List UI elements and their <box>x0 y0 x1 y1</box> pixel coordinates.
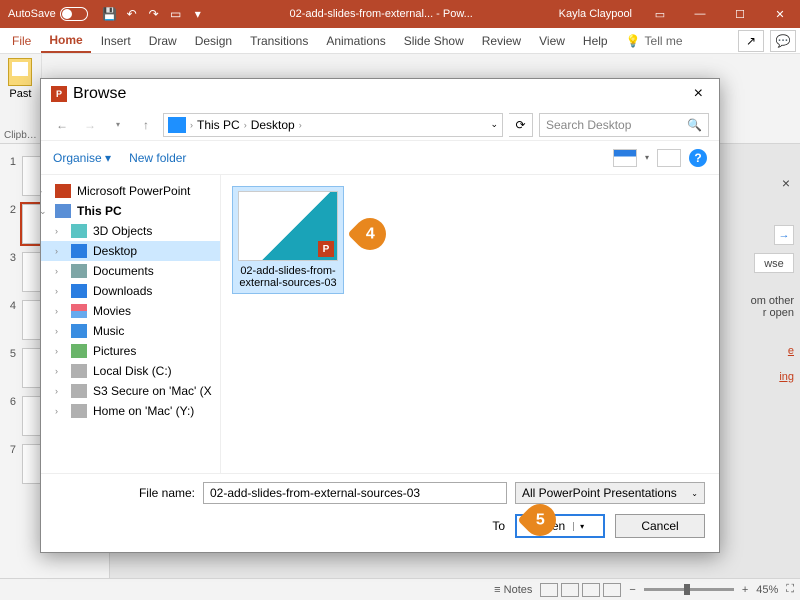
tab-animations[interactable]: Animations <box>318 30 393 52</box>
browse-dialog: P Browse × ← → ▾ ↑ › This PC › Desktop ›… <box>40 78 720 553</box>
address-dropdown-icon[interactable]: ⌄ <box>490 119 498 130</box>
tree-item[interactable]: ›Music <box>41 321 220 341</box>
new-folder-button[interactable]: New folder <box>129 151 186 165</box>
autosave-toggle[interactable]: AutoSave <box>0 7 96 21</box>
help-icon[interactable]: ? <box>689 149 707 167</box>
tab-home[interactable]: Home <box>41 29 90 53</box>
ribbon-tabs: File Home Insert Draw Design Transitions… <box>0 28 800 54</box>
normal-view-icon[interactable] <box>540 583 558 597</box>
qat-dropdown-icon[interactable]: ▾ <box>190 6 206 22</box>
link-fragment-1[interactable]: e <box>788 345 794 357</box>
tree-item[interactable]: ›Local Disk (C:) <box>41 361 220 381</box>
paste-icon <box>8 58 32 86</box>
cancel-button[interactable]: Cancel <box>615 514 705 538</box>
organise-menu[interactable]: Organise ▾ <box>53 151 111 165</box>
fit-to-window-icon[interactable]: ⛶ <box>786 583 794 596</box>
tree-item[interactable]: ›Downloads <box>41 281 220 301</box>
powerpoint-icon: P <box>51 86 67 102</box>
refresh-icon[interactable]: ⟳ <box>509 113 533 137</box>
browse-button-fragment[interactable]: wse <box>754 253 794 273</box>
comments-button[interactable]: 💬 <box>770 30 796 52</box>
tree-item[interactable]: ›S3 Secure on 'Mac' (X <box>41 381 220 401</box>
filename-label: File name: <box>55 486 195 500</box>
zoom-level[interactable]: 45% <box>756 584 778 596</box>
address-bar[interactable]: › This PC › Desktop › ⌄ <box>163 113 503 137</box>
tab-review[interactable]: Review <box>474 30 529 52</box>
filename-input[interactable] <box>203 482 507 504</box>
preview-pane-icon[interactable] <box>657 149 681 167</box>
file-name-label: 02-add-slides-from-external-sources-03 <box>237 265 339 289</box>
user-name[interactable]: Kayla Claypool <box>551 8 640 20</box>
dialog-toolbar: Organise ▾ New folder ▾ ? <box>41 141 719 175</box>
reading-view-icon[interactable] <box>582 583 600 597</box>
tab-insert[interactable]: Insert <box>93 30 139 52</box>
status-bar: ≡ Notes − + 45% ⛶ <box>0 578 800 600</box>
tab-transitions[interactable]: Transitions <box>242 30 316 52</box>
dialog-close-icon[interactable]: × <box>688 83 709 105</box>
nav-forward-icon[interactable]: → <box>79 114 101 136</box>
slideshow-view-icon[interactable] <box>603 583 621 597</box>
close-pane-icon[interactable]: × <box>782 175 790 191</box>
tell-me-search[interactable]: 💡 Tell me <box>618 34 691 48</box>
view-buttons <box>540 583 621 597</box>
notes-button[interactable]: ≡ Notes <box>494 584 532 596</box>
dialog-footer: File name: All PowerPoint Presentations⌄… <box>41 473 719 552</box>
title-bar: AutoSave 💾 ↶ ↷ ▭ ▾ 02-add-slides-from-ex… <box>0 0 800 28</box>
start-slideshow-icon[interactable]: ▭ <box>168 6 184 22</box>
tab-view[interactable]: View <box>531 30 573 52</box>
document-title: 02-add-slides-from-external... - Pow... <box>212 8 551 20</box>
nav-up-icon[interactable]: ↑ <box>135 114 157 136</box>
file-item[interactable]: 02-add-slides-from-external-sources-03 <box>233 187 343 293</box>
folder-tree[interactable]: ›Microsoft PowerPoint⌄This PC›3D Objects… <box>41 175 221 473</box>
nav-back-icon[interactable]: ← <box>51 114 73 136</box>
tab-file[interactable]: File <box>4 30 39 52</box>
minimize-icon[interactable]: — <box>680 0 720 28</box>
tab-design[interactable]: Design <box>187 30 240 52</box>
dialog-nav-bar: ← → ▾ ↑ › This PC › Desktop › ⌄ ⟳ Search… <box>41 109 719 141</box>
paste-button[interactable]: Past <box>4 58 37 100</box>
bulb-icon: 💡 <box>626 34 641 48</box>
tree-item[interactable]: ›Microsoft PowerPoint <box>41 181 220 201</box>
clipboard-group: Past Clipb… <box>0 54 42 143</box>
save-icon[interactable]: 💾 <box>102 6 118 22</box>
ribbon-options-icon[interactable]: ▭ <box>640 0 680 28</box>
file-type-filter[interactable]: All PowerPoint Presentations⌄ <box>515 482 705 504</box>
maximize-icon[interactable]: ☐ <box>720 0 760 28</box>
autosave-label: AutoSave <box>8 8 56 20</box>
tree-item[interactable]: ›Home on 'Mac' (Y:) <box>41 401 220 421</box>
share-button[interactable]: ↗ <box>738 30 764 52</box>
tree-item[interactable]: ›Pictures <box>41 341 220 361</box>
search-icon: 🔍 <box>687 118 702 132</box>
zoom-slider[interactable] <box>644 588 734 591</box>
tree-item[interactable]: ›Movies <box>41 301 220 321</box>
tree-item[interactable]: ›3D Objects <box>41 221 220 241</box>
dialog-titlebar: P Browse × <box>41 79 719 109</box>
tree-item[interactable]: ›Documents <box>41 261 220 281</box>
close-icon[interactable]: ✕ <box>760 0 800 28</box>
quick-access-toolbar: 💾 ↶ ↷ ▭ ▾ <box>96 6 212 22</box>
tab-draw[interactable]: Draw <box>141 30 185 52</box>
dialog-title: Browse <box>73 85 126 103</box>
tree-item[interactable]: ›Desktop <box>41 241 220 261</box>
tab-help[interactable]: Help <box>575 30 616 52</box>
nav-history-icon[interactable]: ▾ <box>107 114 129 136</box>
zoom-in-button[interactable]: + <box>742 584 748 596</box>
file-list[interactable]: 02-add-slides-from-external-sources-03 <box>221 175 719 473</box>
tools-menu[interactable]: To <box>492 519 505 533</box>
undo-icon[interactable]: ↶ <box>124 6 140 22</box>
pc-icon <box>168 117 186 133</box>
search-input[interactable]: Search Desktop 🔍 <box>539 113 709 137</box>
open-dropdown-icon[interactable]: ▾ <box>573 522 584 531</box>
view-options-icon[interactable] <box>613 149 637 167</box>
sorter-view-icon[interactable] <box>561 583 579 597</box>
toggle-icon <box>60 7 88 21</box>
file-thumbnail <box>238 191 338 261</box>
tree-item[interactable]: ⌄This PC <box>41 201 220 221</box>
redo-icon[interactable]: ↷ <box>146 6 162 22</box>
link-fragment-2[interactable]: ing <box>779 371 794 383</box>
tab-slideshow[interactable]: Slide Show <box>396 30 472 52</box>
zoom-out-button[interactable]: − <box>629 584 635 596</box>
go-arrow-button[interactable]: → <box>774 225 794 245</box>
